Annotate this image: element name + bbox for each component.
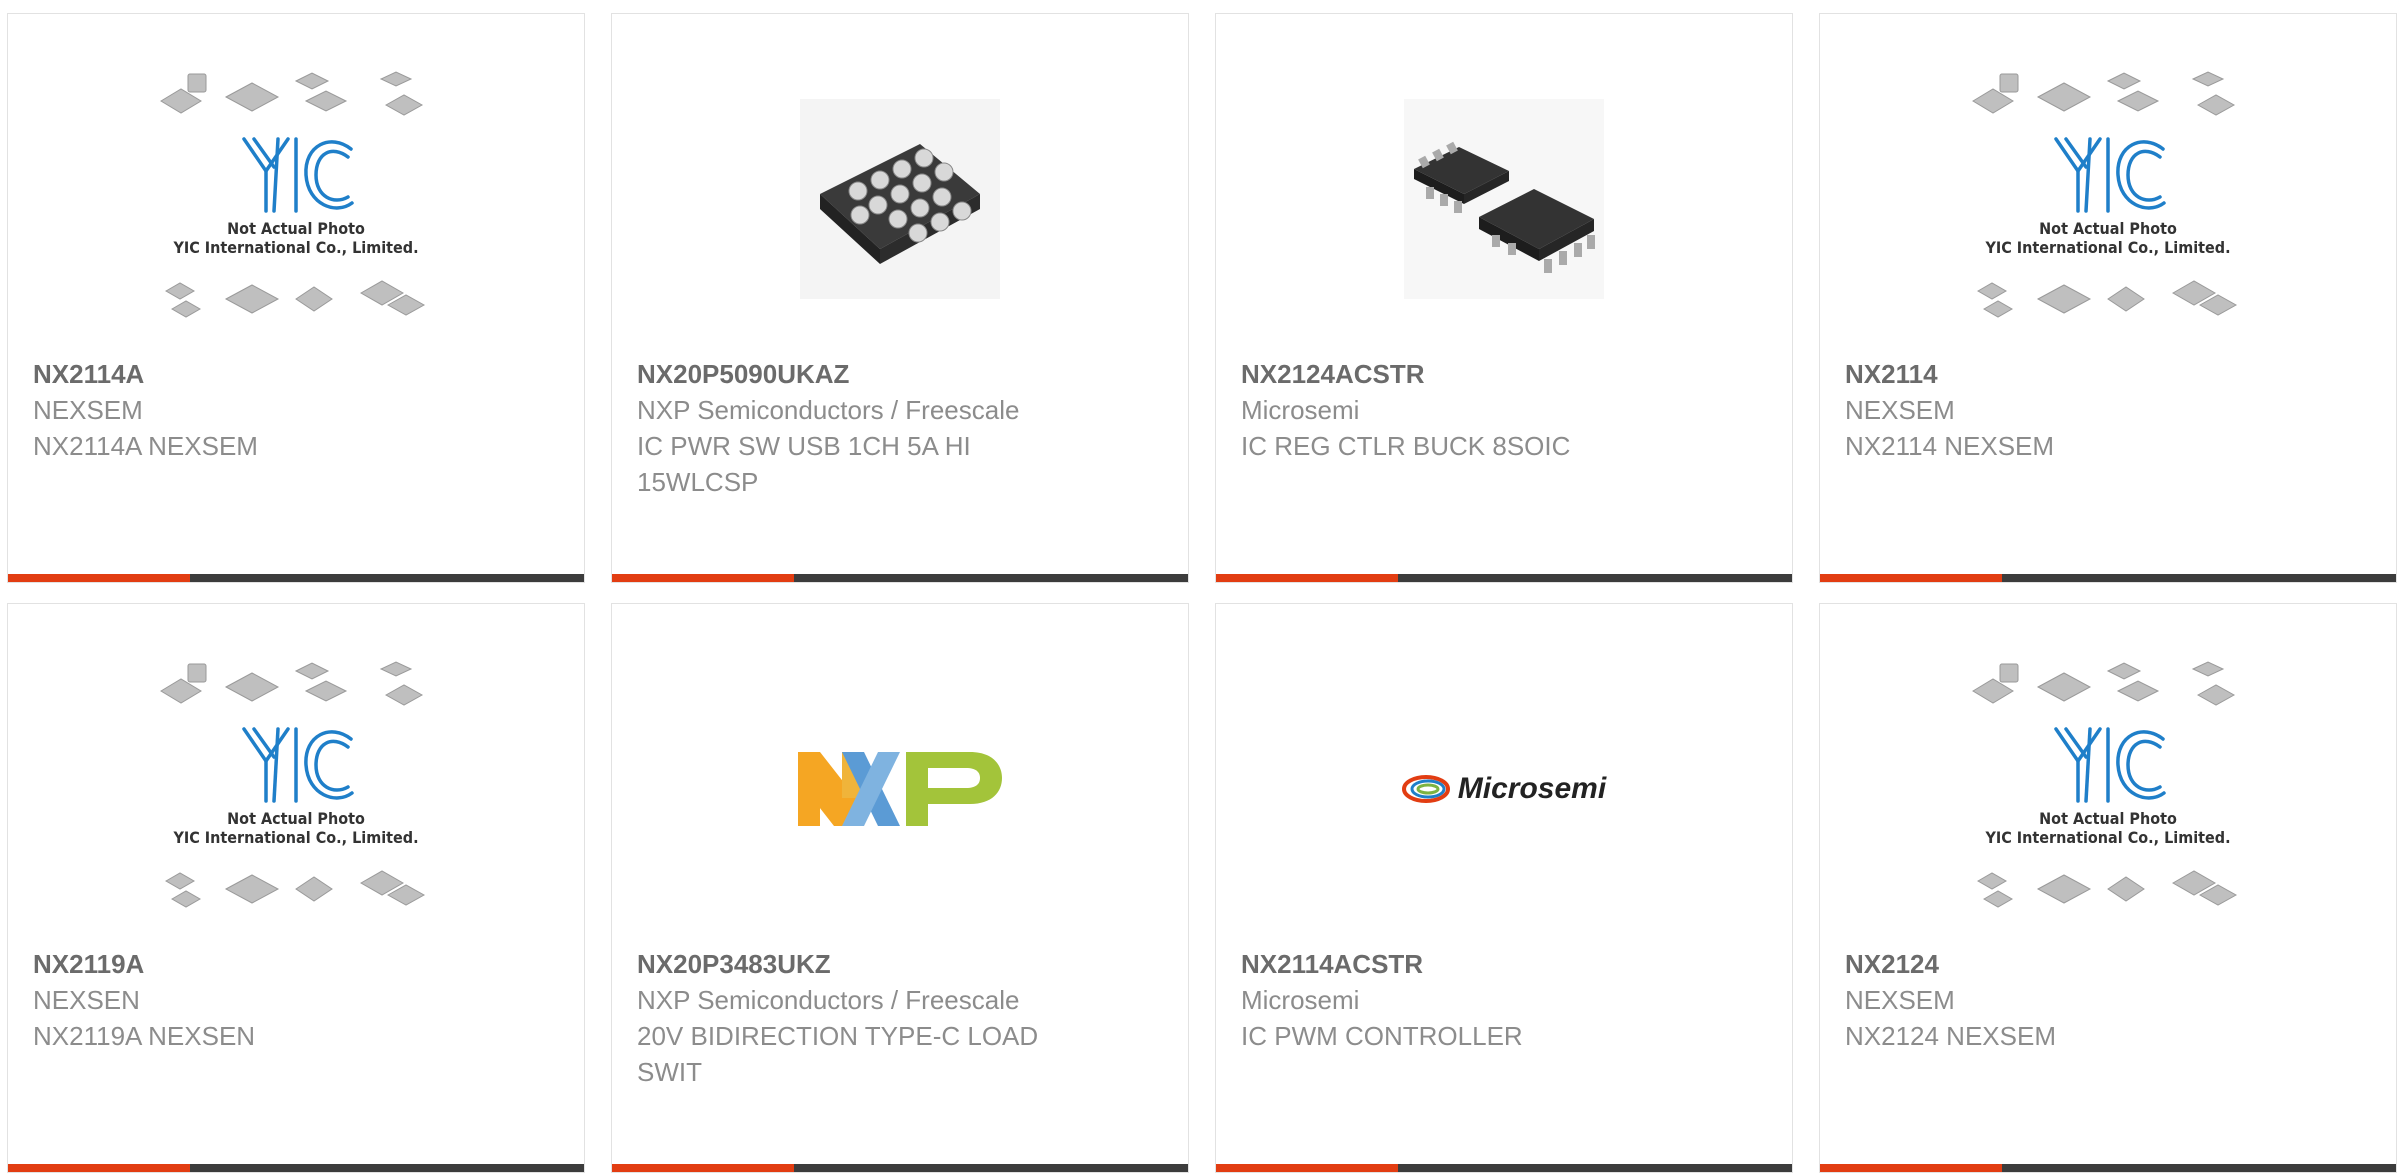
yic-logo (156, 721, 436, 807)
product-grid: Not Actual Photo YIC International Co., … (0, 0, 2400, 1173)
part-number[interactable]: NX2124 (1845, 946, 2371, 982)
part-number[interactable]: NX2124ACSTR (1241, 356, 1767, 392)
description: IC PWR SW USB 1CH 5A HI 15WLCSP (637, 431, 971, 497)
product-image[interactable] (612, 634, 1188, 944)
chip-icons (1976, 280, 2238, 318)
card-bottom-bar (8, 574, 584, 582)
product-image[interactable]: Not Actual Photo YIC International Co., … (8, 634, 584, 944)
product-image[interactable]: Not Actual Photo YIC International Co., … (1820, 634, 2396, 944)
description: 20V BIDIRECTION TYPE-C LOAD SWIT (637, 1021, 1039, 1087)
product-image[interactable]: Not Actual Photo YIC International Co., … (1820, 44, 2396, 354)
description: NX2119A NEXSEN (33, 1021, 256, 1051)
chip-icons (164, 870, 426, 908)
product-card[interactable]: Not Actual Photo YIC International Co., … (1819, 13, 2397, 583)
manufacturer: NEXSEM (33, 395, 143, 425)
description: NX2124 NEXSEM (1845, 1021, 2056, 1051)
manufacturer: NXP Semiconductors / Freescale (637, 395, 1020, 425)
description: NX2114 NEXSEM (1845, 431, 2055, 461)
placeholder-caption: Not Actual Photo YIC International Co., … (1985, 809, 2231, 847)
card-bottom-bar (1216, 574, 1792, 582)
description: IC REG CTLR BUCK 8SOIC (1241, 431, 1571, 461)
placeholder-caption: Not Actual Photo YIC International Co., … (173, 219, 419, 257)
part-number[interactable]: NX2119A (33, 946, 559, 982)
product-card[interactable]: Not Actual Photo YIC International Co., … (7, 603, 585, 1173)
part-number[interactable]: NX2114 (1845, 356, 2371, 392)
manufacturer: NEXSEM (1845, 985, 1955, 1015)
soic8-chip-photo (1404, 99, 1604, 299)
yic-placeholder-image: Not Actual Photo YIC International Co., … (156, 659, 436, 919)
product-image[interactable] (612, 44, 1188, 354)
chip-icons (164, 280, 426, 318)
part-number[interactable]: NX2114ACSTR (1241, 946, 1767, 982)
yic-logo (156, 131, 436, 217)
microsemi-logo: Microsemi (1401, 772, 1607, 806)
yic-logo (1968, 131, 2248, 217)
microsemi-wordmark: Microsemi (1457, 772, 1607, 805)
yic-logo (1968, 721, 2248, 807)
part-number[interactable]: NX20P3483UKZ (637, 946, 1163, 982)
chip-icons (1976, 870, 2238, 908)
chip-icons (1972, 661, 2236, 706)
yic-placeholder-image: Not Actual Photo YIC International Co., … (1968, 69, 2248, 329)
product-image[interactable] (1216, 44, 1792, 354)
product-card[interactable]: Microsemi NX2114ACSTR Microsemi IC PWM C… (1215, 603, 1793, 1173)
manufacturer: Microsemi (1241, 395, 1360, 425)
product-image[interactable]: Not Actual Photo YIC International Co., … (8, 44, 584, 354)
chip-icons (160, 71, 424, 116)
product-card[interactable]: NX20P5090UKAZ NXP Semiconductors / Frees… (611, 13, 1189, 583)
part-number[interactable]: NX2114A (33, 356, 559, 392)
manufacturer: NEXSEN (33, 985, 140, 1015)
manufacturer: NEXSEM (1845, 395, 1955, 425)
card-bottom-bar (612, 1164, 1188, 1172)
product-card[interactable]: Not Actual Photo YIC International Co., … (7, 13, 585, 583)
card-bottom-bar (1820, 1164, 2396, 1172)
product-card[interactable]: NX20P3483UKZ NXP Semiconductors / Freesc… (611, 603, 1189, 1173)
microsemi-swirl-icon (1401, 775, 1450, 803)
card-bottom-bar (612, 574, 1188, 582)
wlcsp-chip-photo (800, 99, 1000, 299)
chip-icons (1972, 71, 2236, 116)
product-image[interactable]: Microsemi (1216, 634, 1792, 944)
nxp-logo (798, 752, 1002, 826)
description: IC PWM CONTROLLER (1241, 1021, 1523, 1051)
placeholder-caption: Not Actual Photo YIC International Co., … (1985, 219, 2231, 257)
yic-placeholder-image: Not Actual Photo YIC International Co., … (156, 69, 436, 329)
part-number[interactable]: NX20P5090UKAZ (637, 356, 1163, 392)
description: NX2114A NEXSEM (33, 431, 258, 461)
card-bottom-bar (8, 1164, 584, 1172)
yic-placeholder-image: Not Actual Photo YIC International Co., … (1968, 659, 2248, 919)
product-card[interactable]: NX2124ACSTR Microsemi IC REG CTLR BUCK 8… (1215, 13, 1793, 583)
card-bottom-bar (1216, 1164, 1792, 1172)
placeholder-caption: Not Actual Photo YIC International Co., … (173, 809, 419, 847)
product-card[interactable]: Not Actual Photo YIC International Co., … (1819, 603, 2397, 1173)
card-bottom-bar (1820, 574, 2396, 582)
chip-icons (160, 661, 424, 706)
manufacturer: NXP Semiconductors / Freescale (637, 985, 1020, 1015)
manufacturer: Microsemi (1241, 985, 1360, 1015)
